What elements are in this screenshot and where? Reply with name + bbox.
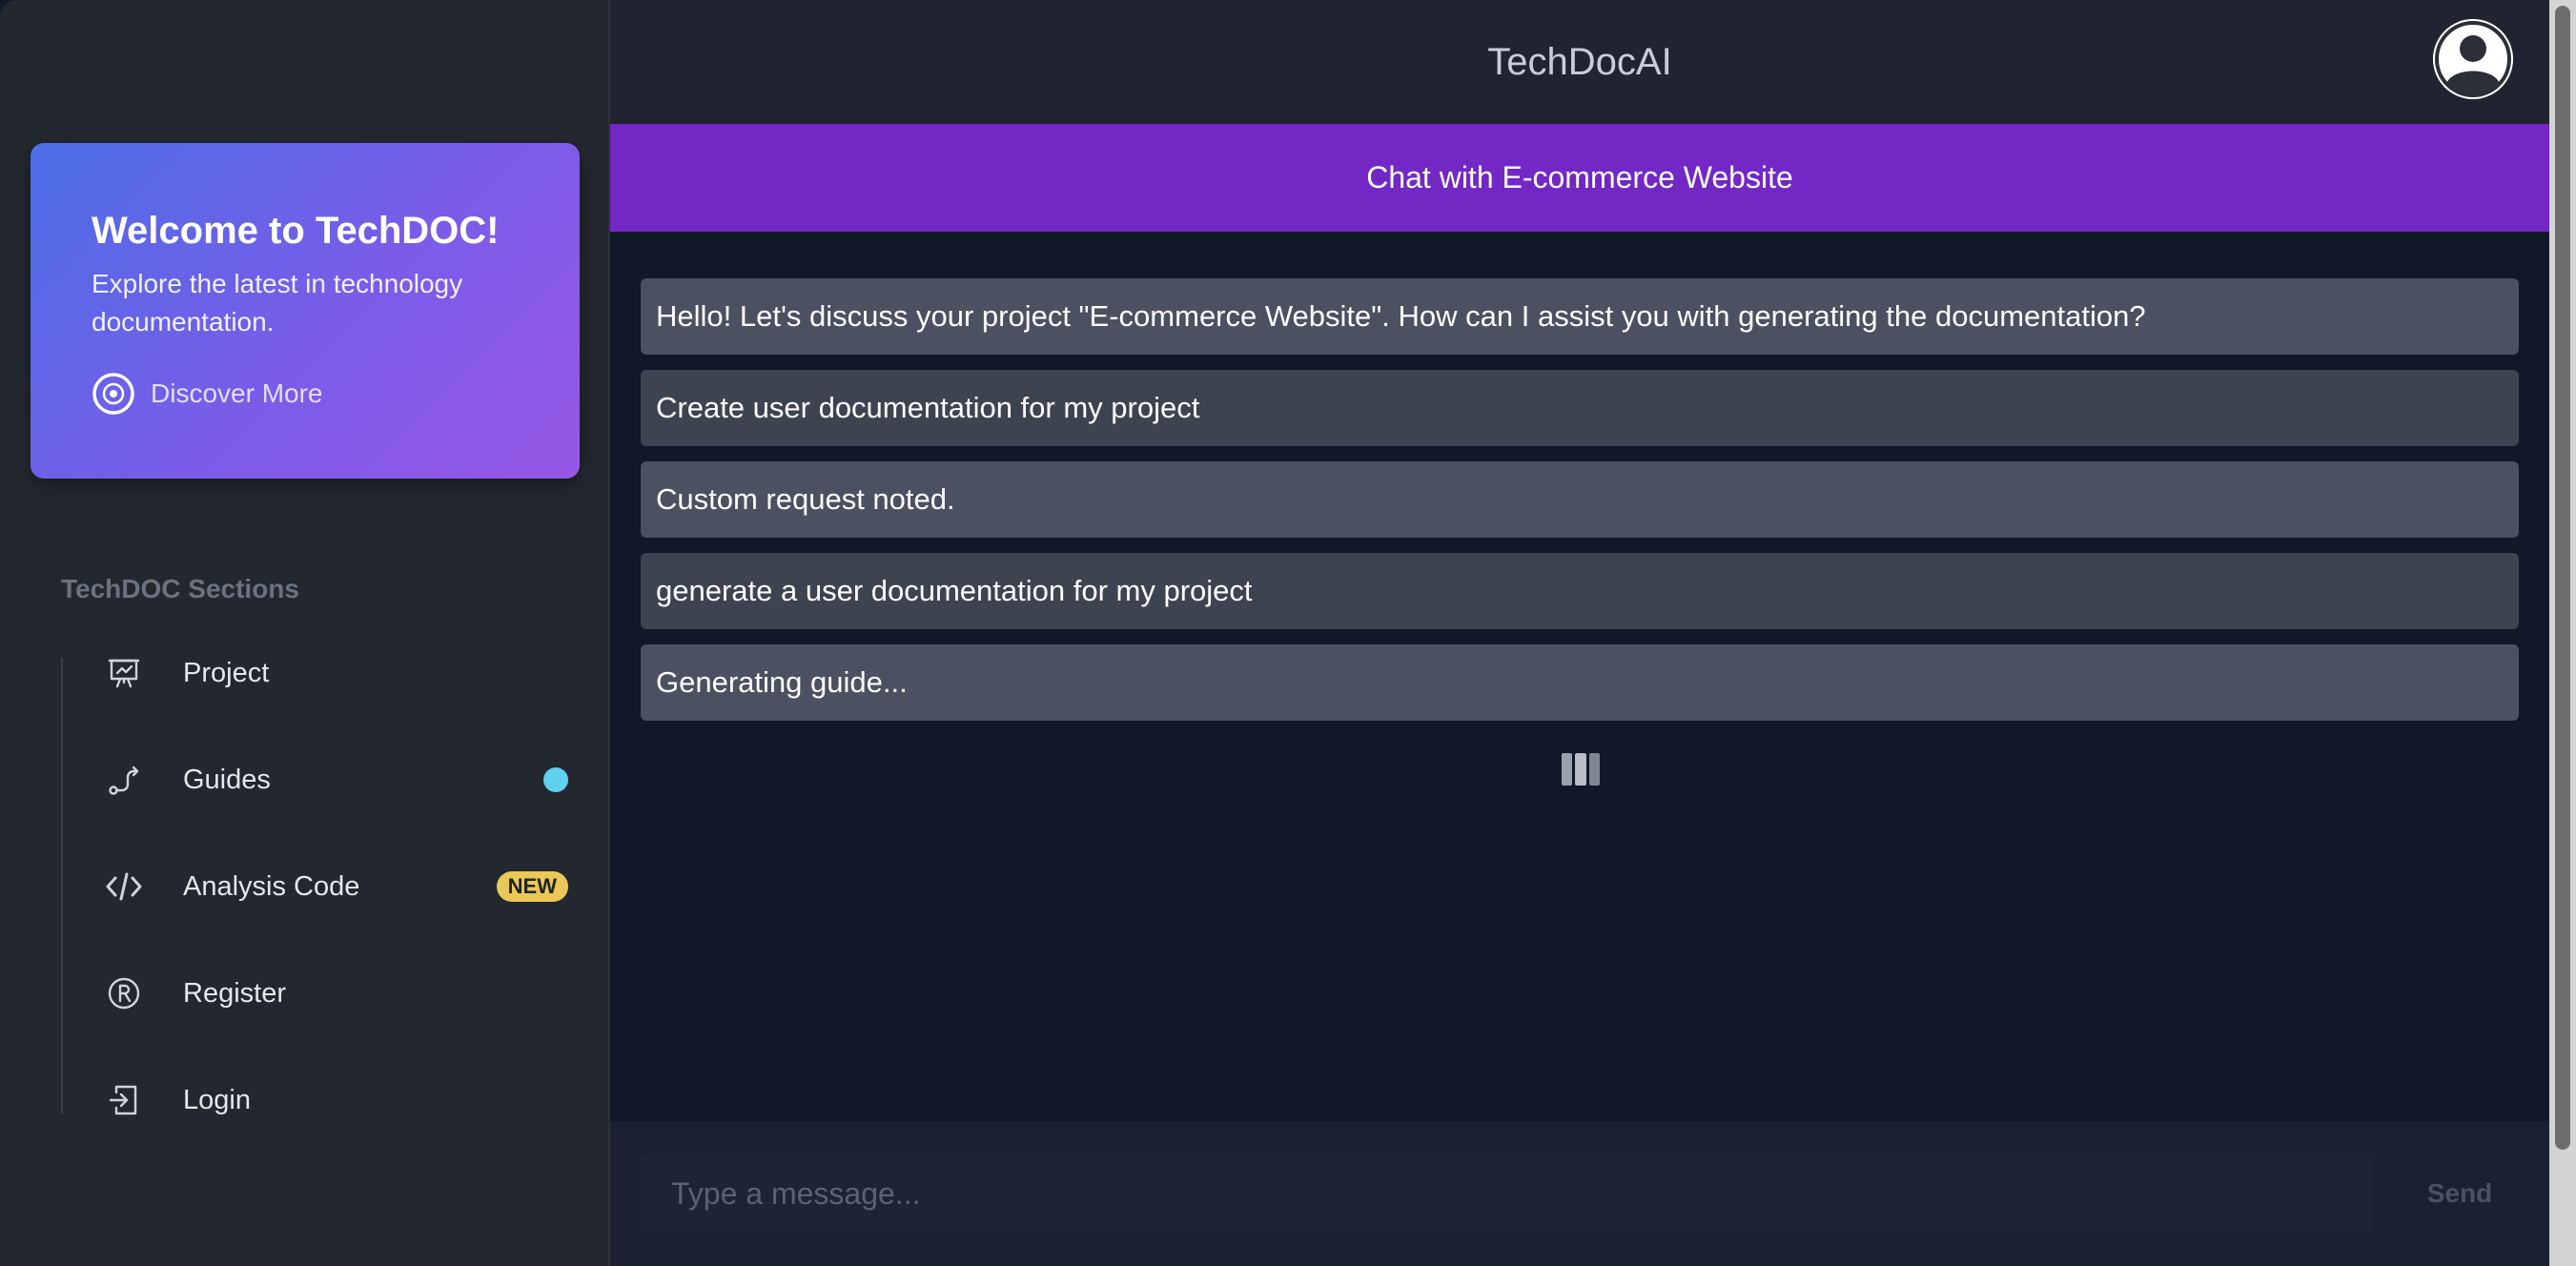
loading-bar bbox=[1575, 753, 1586, 786]
top-bar: TechDocAI bbox=[610, 0, 2549, 124]
route-icon bbox=[105, 761, 143, 799]
loading-bar bbox=[1562, 753, 1573, 786]
sidebar-item-project[interactable]: Project bbox=[63, 635, 568, 711]
chat-message: Custom request noted. bbox=[641, 461, 2519, 538]
chat-message: generate a user documentation for my pro… bbox=[641, 553, 2519, 629]
loading-bars-icon bbox=[1562, 753, 1600, 786]
discover-more-label: Discover More bbox=[151, 378, 323, 408]
chat-message: Create user documentation for my project bbox=[641, 370, 2519, 446]
chat-main: TechDocAI Chat with E-commerce Website H… bbox=[610, 0, 2549, 1266]
user-avatar-button[interactable] bbox=[2433, 19, 2513, 99]
loading-bar bbox=[1588, 753, 1600, 786]
sidebar-item-label: Register bbox=[183, 977, 286, 1009]
new-badge: NEW bbox=[496, 871, 568, 902]
message-input[interactable] bbox=[641, 1154, 2374, 1234]
sidebar-item-guides[interactable]: Guides bbox=[63, 742, 568, 818]
scrollbar-thumb[interactable] bbox=[2555, 6, 2570, 1150]
app-title: TechDocAI bbox=[1487, 41, 1672, 83]
discover-more-link[interactable]: Discover More bbox=[92, 372, 322, 416]
login-icon bbox=[105, 1081, 143, 1119]
presentation-chart-icon bbox=[105, 654, 143, 692]
sections-heading: TechDOC Sections bbox=[61, 574, 299, 603]
chat-message: Hello! Let's discuss your project "E-com… bbox=[641, 278, 2519, 355]
welcome-title: Welcome to TechDOC! bbox=[92, 210, 500, 252]
sidebar: Welcome to TechDOC! Explore the latest i… bbox=[0, 0, 610, 1266]
sidebar-item-register[interactable]: Register bbox=[63, 955, 568, 1031]
welcome-card: Welcome to TechDOC! Explore the latest i… bbox=[31, 143, 580, 479]
sidebar-item-analysis-code[interactable]: Analysis Code NEW bbox=[63, 848, 568, 925]
target-circle-icon bbox=[92, 372, 135, 416]
sidebar-item-label: Analysis Code bbox=[183, 870, 360, 902]
welcome-text: Explore the latest in technology documen… bbox=[92, 269, 463, 337]
notification-dot bbox=[543, 767, 568, 792]
message-list: Hello! Let's discuss your project "E-com… bbox=[641, 278, 2519, 736]
sidebar-item-login[interactable]: Login bbox=[63, 1062, 568, 1138]
sidebar-item-label: Guides bbox=[183, 764, 271, 795]
sidebar-item-label: Login bbox=[183, 1084, 251, 1115]
send-button[interactable]: Send bbox=[2393, 1154, 2526, 1234]
page-scrollbar[interactable] bbox=[2549, 0, 2576, 1266]
user-avatar-icon bbox=[2433, 19, 2513, 99]
sidebar-item-label: Project bbox=[183, 657, 270, 688]
message-composer: Send bbox=[610, 1121, 2549, 1266]
chat-message: Generating guide... bbox=[641, 644, 2519, 721]
registered-icon bbox=[105, 974, 143, 1012]
chat-title-bar: Chat with E-commerce Website bbox=[610, 124, 2549, 232]
code-icon bbox=[105, 868, 143, 906]
